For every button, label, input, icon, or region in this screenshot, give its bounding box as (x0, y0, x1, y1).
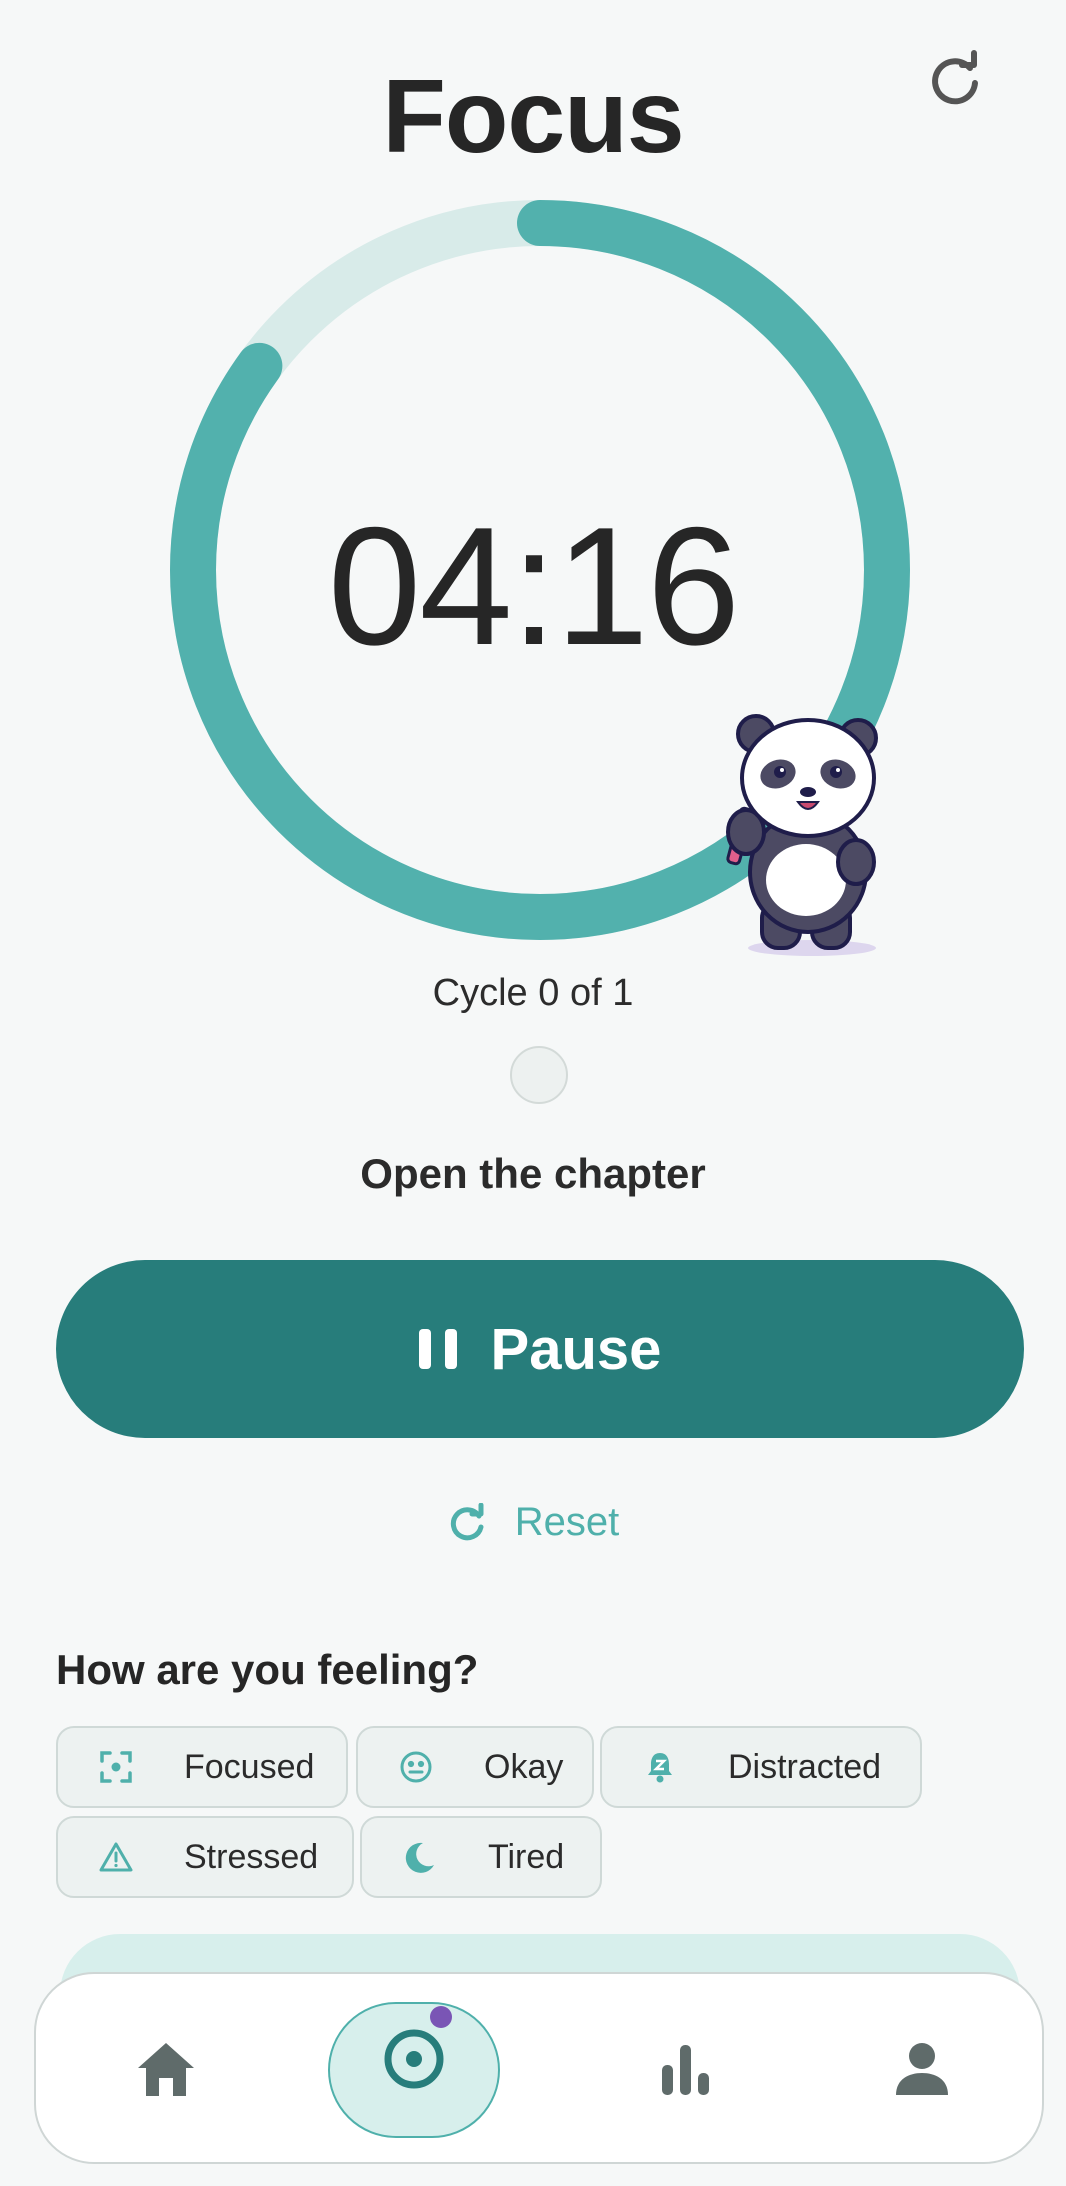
panda-mascot (726, 714, 878, 956)
feeling-chip-stressed[interactable]: Stressed (56, 1816, 354, 1898)
bottom-navigation (34, 1972, 1044, 2164)
neutral-face-icon (396, 1747, 436, 1787)
feeling-section-title: How are you feeling? (56, 1646, 479, 1693)
cycle-indicator-dot (510, 1046, 568, 1104)
pause-button[interactable]: Pause (56, 1260, 1024, 1438)
feeling-chip-label: Distracted (728, 1747, 882, 1786)
reset-button[interactable]: Reset (0, 1500, 1066, 1545)
feeling-chip-tired[interactable]: Tired (360, 1816, 602, 1898)
pause-button-label: Pause (490, 1316, 662, 1382)
nav-stats[interactable] (616, 2014, 756, 2124)
nav-home[interactable] (96, 2014, 236, 2124)
focus-frame-icon (96, 1747, 136, 1787)
refresh-icon (932, 50, 978, 105)
moon-icon (400, 1837, 440, 1877)
feeling-chip-okay[interactable]: Okay (356, 1726, 594, 1808)
bell-z-icon (640, 1747, 680, 1787)
feeling-chip-label: Okay (484, 1747, 564, 1786)
nav-profile[interactable] (852, 2014, 992, 2124)
current-task: Open the chapter (360, 1150, 706, 1197)
home-icon (138, 2043, 194, 2096)
page-title: Focus (382, 59, 684, 175)
feeling-chip-distracted[interactable]: Distracted (600, 1726, 922, 1808)
notification-badge (430, 2006, 452, 2028)
bar-chart-icon (662, 2045, 709, 2095)
reset-button-label: Reset (514, 1500, 620, 1544)
refresh-button[interactable] (926, 50, 986, 110)
focus-target-icon (384, 2029, 444, 2089)
feeling-chip-label: Tired (488, 1837, 565, 1876)
warning-icon (96, 1837, 136, 1877)
feeling-chip-label: Stressed (184, 1837, 319, 1876)
feeling-chip-label: Focused (184, 1747, 315, 1786)
reset-icon (450, 1502, 484, 1540)
person-icon (896, 2043, 948, 2095)
feeling-chip-focused[interactable]: Focused (56, 1726, 348, 1808)
cycle-counter: Cycle 0 of 1 (432, 972, 634, 1014)
pause-icon (418, 1329, 457, 1369)
nav-focus[interactable] (328, 2002, 500, 2138)
timer-display: 04:16 (327, 492, 740, 680)
